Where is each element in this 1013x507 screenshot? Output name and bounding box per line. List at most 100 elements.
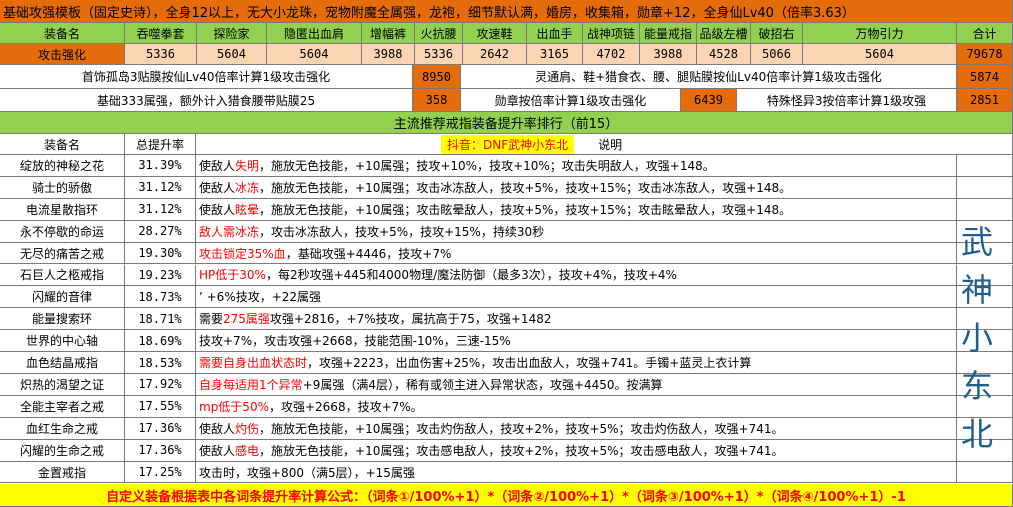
equip-header-cell[interactable]: 火抗腰 bbox=[415, 23, 463, 44]
equip-value-cell[interactable]: 5336 bbox=[415, 44, 463, 65]
equip-description[interactable]: HP低于30% ，每2秒攻强+445和4000物理/魔法防御（最多3次），技攻+4… bbox=[196, 264, 957, 287]
equip-header-total[interactable]: 合计 bbox=[957, 23, 1013, 44]
col-header-name[interactable]: 装备名 bbox=[0, 134, 125, 155]
equip-value-cell[interactable]: 5336 bbox=[125, 44, 197, 65]
equip-name[interactable]: 世界的中心轴 bbox=[0, 330, 125, 353]
equip-value-cell[interactable]: 5066 bbox=[751, 44, 803, 65]
highlight-text: 感电 bbox=[235, 443, 260, 458]
equip-description[interactable]: 攻击锁定35%血 ，基础攻强+4446，技攻+7% bbox=[196, 242, 957, 265]
equip-description[interactable]: 需要自身出血状态时 ，攻强+2223，出血伤害+25%，攻击出血敌人，攻强+741… bbox=[196, 352, 957, 374]
equip-row-label[interactable]: 攻击强化 bbox=[0, 44, 125, 65]
equip-description[interactable]: 使敌人 灼伤 ，施放无色技能，+10属强；攻击灼伤敌人，技攻+2%，技攻+5%；攻击… bbox=[196, 417, 957, 440]
equip-header-cell[interactable]: 隐匿出血肩 bbox=[267, 23, 362, 44]
equip-description[interactable]: 攻击时，攻强+800（满5层），+15属强 bbox=[196, 461, 957, 484]
page-title[interactable]: 基础攻强模板（固定史诗），全身12以上，无大小龙珠，宠物附魔全属强，龙袍，细节默… bbox=[0, 0, 1013, 23]
equip-rate[interactable]: 28.27% bbox=[125, 220, 196, 243]
equip-header-cell[interactable]: 出血手 bbox=[527, 23, 583, 44]
description-text: 技攻+7%，攻击攻强+2668，技能范围-10%，三速-15% bbox=[199, 334, 511, 349]
highlight-text: 眩晕 bbox=[235, 202, 260, 217]
equip-value-cell[interactable]: 4528 bbox=[697, 44, 751, 65]
equip-header-label[interactable]: 装备名 bbox=[0, 23, 125, 44]
equip-rate[interactable]: 17.92% bbox=[125, 374, 196, 396]
equip-name[interactable]: 能量搜索环 bbox=[0, 308, 125, 331]
equip-description[interactable]: 使敌人 冰冻 ，施放无色技能，+10属强；攻击冰冻敌人，技攻+5%，技攻+15%；攻… bbox=[196, 176, 957, 199]
equip-description[interactable]: 使敌人 失明 ，施放无色技能，+10属强；技攻+10%，技攻+10%；攻击失明敌人，… bbox=[196, 155, 957, 177]
equip-description[interactable]: 使敌人 感电 ，施放无色技能，+10属强；攻击感电敌人，技攻+2%，技攻+5%；攻击… bbox=[196, 439, 957, 462]
table-row: 血色结晶戒指 18.53% 需要自身出血状态时 ，攻强+2223，出血伤害+25%，攻… bbox=[0, 352, 1013, 374]
equip-value-cell[interactable]: 5604 bbox=[803, 44, 957, 65]
formula-note[interactable]: 自定义装备根据表中各词条提升率计算公式：（词条①/100%+1）*（词条②/10… bbox=[0, 484, 1013, 507]
equip-rate[interactable]: 18.71% bbox=[125, 308, 196, 331]
info-label[interactable]: 首饰孤岛3贴膜按仙Lv40倍率计算1级攻击强化 bbox=[0, 65, 413, 89]
equip-description[interactable]: 敌人需冰冻 ，攻击冰冻敌人，技攻+5%，技攻+15%，持续30秒 bbox=[196, 220, 957, 243]
equip-header-cell[interactable]: 攻速鞋 bbox=[463, 23, 527, 44]
description-text: 攻强+2816，+7%技攻，属抗高于75，攻强+1482 bbox=[269, 312, 552, 327]
equip-name[interactable]: 闪耀的生命之戒 bbox=[0, 439, 125, 462]
equip-header-cell[interactable]: 探险家 bbox=[197, 23, 267, 44]
info-label[interactable]: 灵通肩、鞋+猎食衣、腰、腿贴膜按仙Lv40倍率计算1级攻击强化 bbox=[461, 65, 957, 89]
equip-value-cell[interactable]: 3988 bbox=[640, 44, 697, 65]
table-row: 永不停歇的命运 28.27% 敌人需冰冻 ，攻击冰冻敌人，技攻+5%，技攻+15%，持… bbox=[0, 220, 1013, 243]
equip-header-cell[interactable]: 品级左槽 bbox=[697, 23, 751, 44]
equip-rate[interactable]: 18.69% bbox=[125, 330, 196, 353]
table-row: 绽放的神秘之花 31.39% 使敌人 失明 ，施放无色技能，+10属强；技攻+10%，技… bbox=[0, 155, 1013, 177]
equip-description[interactable]: mp低于50% ，攻强+2668，技攻+7%。 bbox=[196, 395, 957, 418]
highlight-text: 冰冻 bbox=[235, 180, 260, 195]
equip-name[interactable]: 闪耀的音律 bbox=[0, 286, 125, 309]
equip-name[interactable]: 永不停歇的命运 bbox=[0, 220, 125, 243]
equip-description[interactable]: 技攻+7%，攻击攻强+2668，技能范围-10%，三速-15% bbox=[196, 330, 957, 353]
equip-description[interactable]: 自身每适用1个异常 +9属强（满4层），稀有或领主进入异常状态，攻强+4450。按… bbox=[196, 374, 957, 396]
equip-header-cell[interactable]: 吞噬拳套 bbox=[125, 23, 197, 44]
equip-value-cell[interactable]: 2642 bbox=[463, 44, 527, 65]
equip-header-cell[interactable]: 增幅裤 bbox=[362, 23, 415, 44]
ranking-title[interactable]: 主流推荐戒指装备提升率排行（前15） bbox=[0, 112, 1013, 134]
equip-rate[interactable]: 19.30% bbox=[125, 242, 196, 265]
equip-description[interactable]: 使敌人 眩晕 ，施放无色技能，+10属强；攻击眩晕敌人，技攻+5%，技攻+15%；攻… bbox=[196, 198, 957, 221]
equip-rate[interactable]: 31.39% bbox=[125, 155, 196, 177]
description-text: 使敌人 bbox=[199, 202, 236, 217]
equip-rate[interactable]: 31.12% bbox=[125, 198, 196, 221]
equip-header-cell[interactable]: 万物引力 bbox=[803, 23, 957, 44]
equip-name[interactable]: 无尽的痛苦之戒 bbox=[0, 242, 125, 265]
equip-rate[interactable]: 31.12% bbox=[125, 176, 196, 199]
highlight-text: 需要自身出血状态时 bbox=[199, 356, 308, 371]
equip-name[interactable]: 金置戒指 bbox=[0, 461, 125, 484]
info-value[interactable]: 358 bbox=[413, 89, 461, 112]
equip-value-cell[interactable]: 4702 bbox=[583, 44, 640, 65]
col-header-note[interactable]: 抖音：DNF武神小东北 说明 bbox=[196, 134, 1013, 155]
equip-value-cell[interactable]: 3165 bbox=[527, 44, 583, 65]
info-value[interactable]: 8950 bbox=[413, 65, 461, 89]
equip-name[interactable]: 骑士的骄傲 bbox=[0, 176, 125, 199]
equip-header-cell[interactable]: 破招右 bbox=[751, 23, 803, 44]
col-header-rate[interactable]: 总提升率 bbox=[125, 134, 196, 155]
equip-total-value[interactable]: 79678 bbox=[957, 44, 1013, 65]
equip-header-cell[interactable]: 战神项链 bbox=[583, 23, 640, 44]
equip-rate[interactable]: 19.23% bbox=[125, 264, 196, 287]
equip-value-cell[interactable]: 5604 bbox=[267, 44, 362, 65]
info-value[interactable]: 5874 bbox=[957, 65, 1013, 89]
info-value[interactable]: 6439 bbox=[681, 89, 737, 112]
description-text: 使敌人 bbox=[199, 443, 236, 458]
equip-rate[interactable]: 17.36% bbox=[125, 439, 196, 462]
equip-name[interactable]: 电流星散指环 bbox=[0, 198, 125, 221]
equip-name[interactable]: 血色结晶戒指 bbox=[0, 352, 125, 374]
equip-description[interactable]: 需要 275属强 攻强+2816，+7%技攻，属抗高于75，攻强+1482 bbox=[196, 308, 957, 331]
equip-name[interactable]: 石巨人之柩戒指 bbox=[0, 264, 125, 287]
equip-name[interactable]: 绽放的神秘之花 bbox=[0, 155, 125, 177]
info-value[interactable]: 2851 bbox=[957, 89, 1013, 112]
equip-rate[interactable]: 18.53% bbox=[125, 352, 196, 374]
equip-value-cell[interactable]: 5604 bbox=[197, 44, 267, 65]
equip-rate[interactable]: 17.36% bbox=[125, 417, 196, 440]
info-label[interactable]: 基础333属强，额外计入猎食腰带贴膜25 bbox=[0, 89, 413, 112]
equip-value-cell[interactable]: 3988 bbox=[362, 44, 415, 65]
equip-rate[interactable]: 17.25% bbox=[125, 461, 196, 484]
info-label[interactable]: 勋章按倍率计算1级攻击强化 bbox=[461, 89, 681, 112]
info-label[interactable]: 特殊怪异3按倍率计算1级攻强 bbox=[737, 89, 957, 112]
equip-description[interactable]: ’ +6%技攻，+22属强 bbox=[196, 286, 957, 309]
equip-name[interactable]: 全能主宰者之戒 bbox=[0, 395, 125, 418]
equip-name[interactable]: 血红生命之戒 bbox=[0, 417, 125, 440]
equip-header-cell[interactable]: 能量戒指 bbox=[640, 23, 697, 44]
equip-rate[interactable]: 17.55% bbox=[125, 395, 196, 418]
equip-name[interactable]: 炽热的渴望之证 bbox=[0, 374, 125, 396]
equip-rate[interactable]: 18.73% bbox=[125, 286, 196, 309]
